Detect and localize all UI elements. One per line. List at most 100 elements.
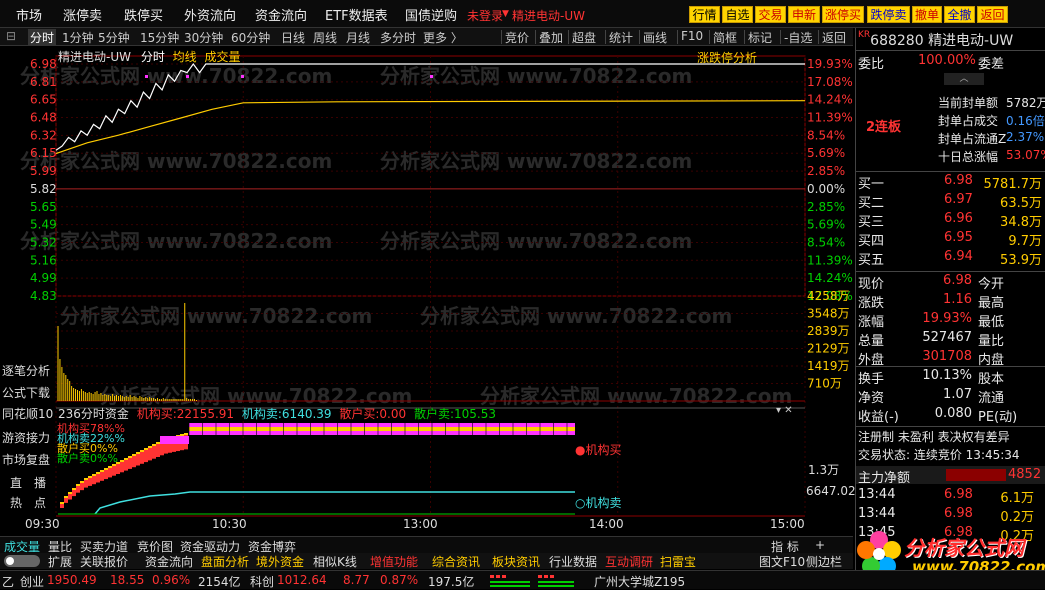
tool-8[interactable]: -自选 [784, 29, 812, 46]
feature-tab-6[interactable]: 增值功能 [370, 553, 418, 570]
period-tab-8[interactable]: 月线 [346, 29, 370, 46]
index-kc-name[interactable]: 科创 [250, 573, 274, 590]
feature-tab-0[interactable]: 扩展 [48, 553, 72, 570]
fund-tick-bottom: 6647.02 [806, 484, 856, 498]
feature-tab-11[interactable]: 扫雷宝 [660, 553, 696, 570]
bid-row[interactable]: 买五 6.94 53.9万 [858, 249, 1044, 268]
feature-tab-3[interactable]: 盘面分析 [201, 553, 249, 570]
bid-label: 买一 [858, 177, 885, 192]
inst-buy-bar [112, 466, 116, 476]
inst-buy-bar [68, 494, 72, 500]
feature-tab-5[interactable]: 相似K线 [313, 553, 357, 570]
retail-buy-bar [104, 468, 108, 470]
tool-4[interactable]: 画线 [643, 29, 667, 46]
price-tick: 6.98 [30, 57, 57, 71]
feature-tab-10[interactable]: 互动调研 [605, 553, 653, 570]
tool-separator [535, 30, 536, 44]
feature-tab-7[interactable]: 综合资讯 [432, 553, 480, 570]
quick-button-8[interactable]: 返回 [977, 6, 1008, 23]
retail-buy-bar [100, 470, 104, 472]
sidebar-button[interactable]: 侧边栏 [806, 553, 842, 570]
quick-button-0[interactable]: 行情 [689, 6, 720, 23]
pct-tick: 5.69% [807, 218, 845, 232]
chart-tab-avg[interactable]: 均线 [173, 50, 197, 64]
tool-3[interactable]: 统计 [609, 29, 633, 46]
fund-buy-value: 22155.91 [176, 407, 235, 421]
quick-button-2[interactable]: 交易 [755, 6, 786, 23]
quote-row: 现价 6.98 今开 [858, 273, 1044, 292]
quote-label-2: 量比 [978, 334, 1005, 349]
period-tab-0[interactable]: 分时 [28, 29, 57, 46]
quote-value: 19.93% [922, 311, 972, 326]
tool-6[interactable]: 简框 [713, 29, 737, 46]
quick-button-3[interactable]: 申新 [788, 6, 820, 23]
feature-tab-2[interactable]: 资金流向 [145, 553, 193, 570]
add-indicator-button[interactable]: + [815, 538, 825, 552]
period-tab-3[interactable]: 15分钟 [140, 29, 179, 46]
bid-row[interactable]: 买四 6.95 9.7万 [858, 230, 1044, 249]
inst-buy-bar [72, 490, 76, 497]
bid-row[interactable]: 买二 6.97 63.5万 [858, 192, 1044, 211]
index-cyb-amount: 2154亿 [198, 575, 241, 589]
menu-limit-up-sell[interactable]: 涨停卖 [63, 5, 102, 24]
menu-fund-flow[interactable]: 资金流向 [255, 5, 307, 24]
period-tab-2[interactable]: 5分钟 [98, 29, 130, 46]
quick-button-1[interactable]: 自选 [722, 6, 753, 23]
menu-foreign-flow[interactable]: 外资流向 [184, 5, 236, 24]
toggle-switch[interactable] [4, 555, 40, 567]
tool-9[interactable]: 返回 [822, 29, 846, 46]
quick-button-7[interactable]: 全撤 [944, 6, 975, 23]
menu-market[interactable]: 市场 [16, 5, 42, 24]
menu-limit-down-buy[interactable]: 跌停买 [124, 5, 163, 24]
retail-buy-bar [84, 478, 88, 480]
period-tab-1[interactable]: 1分钟 [62, 29, 94, 46]
tool-7[interactable]: 标记 [748, 29, 772, 46]
fund-panel-controls[interactable]: ▾ ✕ [776, 405, 793, 416]
chart-stock-title: 精进电动-UW [58, 50, 131, 64]
news-ticker[interactable]: 广州大学城Z195 [594, 573, 685, 590]
seal-row: 封单占成交 0.16倍 [858, 112, 1045, 131]
quick-button-4[interactable]: 涨停买 [822, 6, 864, 23]
f10-button[interactable]: 图文F10 [759, 553, 805, 570]
bid-row[interactable]: 买一 6.98 5781.7万 [858, 173, 1044, 192]
dropdown-icon[interactable]: ▼ [502, 9, 509, 19]
menu-reverse-repo[interactable]: 国债逆购 [405, 5, 457, 24]
feature-tab-4[interactable]: 境外资金 [256, 553, 304, 570]
period-tab-5[interactable]: 60分钟 [231, 29, 270, 46]
period-tab-6[interactable]: 日线 [281, 29, 305, 46]
tool-2[interactable]: 超盘 [572, 29, 596, 46]
login-status[interactable]: 未登录 [467, 7, 503, 24]
tick-time: 13:44 [858, 487, 896, 502]
limit-analysis-link[interactable]: 涨跌停分析 [697, 49, 757, 66]
bid-row[interactable]: 买三 6.96 34.8万 [858, 211, 1044, 230]
tool-5[interactable]: F10 [681, 29, 703, 43]
period-tab-4[interactable]: 30分钟 [184, 29, 223, 46]
seal-value: 0.16倍 [1006, 114, 1045, 128]
period-tab-9[interactable]: 多分时 [380, 29, 416, 46]
feature-tab-8[interactable]: 板块资讯 [492, 553, 540, 570]
time-tick: 15:00 [770, 517, 805, 531]
period-tab-7[interactable]: 周线 [313, 29, 337, 46]
feature-tab-9[interactable]: 行业数据 [549, 553, 597, 570]
tool-separator [568, 30, 569, 44]
period-tab-10[interactable]: 更多 〉 [423, 29, 463, 46]
collapse-icon[interactable]: ⊟ [6, 29, 16, 43]
expand-icon[interactable]: ︿ [944, 73, 984, 85]
vol-tick: 3548万 [807, 307, 850, 321]
index-cyb-name[interactable]: 创业 [20, 573, 44, 590]
chart-tab-vol[interactable]: 成交量 [205, 50, 241, 64]
quote-row: 涨跌 1.16 最高 [858, 292, 1044, 311]
tool-1[interactable]: 叠加 [539, 29, 563, 46]
index-cyb-pct: 0.96% [152, 573, 191, 587]
feature-tab-1[interactable]: 关联报价 [80, 553, 128, 570]
bid-volume: 34.8万 [1000, 215, 1042, 230]
intraday-chart[interactable]: 6.98 19.93% 6.81 17.08% 6.65 14.24% 6.48 11.39%… [0, 46, 853, 536]
pct-tick: 8.54% [807, 235, 845, 249]
tool-0[interactable]: 竞价 [505, 29, 529, 46]
chart-tab-fenshi[interactable]: 分时 [141, 50, 165, 64]
quick-button-5[interactable]: 跌停卖 [867, 6, 910, 23]
index-kc-amount: 197.5亿 [428, 575, 475, 589]
menu-etf-table[interactable]: ETF数据表 [325, 5, 388, 24]
status-bar: 乙 创业 1950.49 18.55 0.96% 2154亿 科创 1012.6… [0, 570, 1045, 589]
quick-button-6[interactable]: 撤单 [912, 6, 942, 23]
